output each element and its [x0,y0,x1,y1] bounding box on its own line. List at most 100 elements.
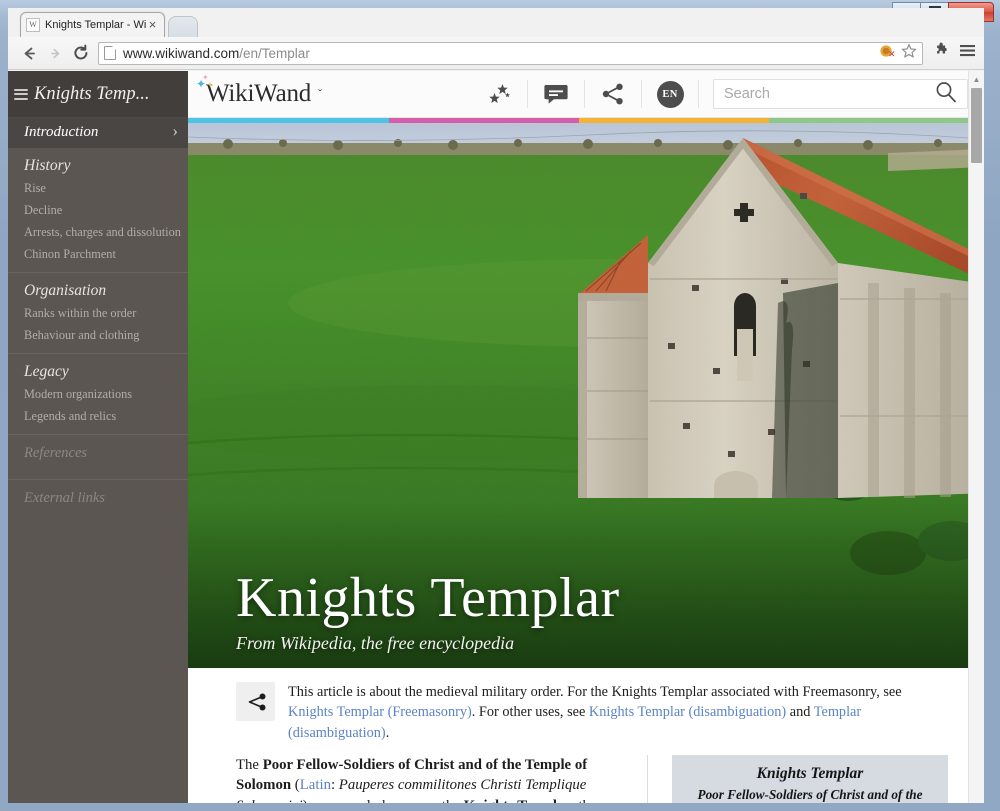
chrome-menu-icon[interactable] [959,43,976,63]
page-subtitle: From Wikipedia, the free encyclopedia [236,633,515,653]
address-bar-url: www.wikiwand.com/en/Templar [123,46,310,61]
progress-segment-4 [769,118,984,123]
sidebar-item-decline[interactable]: Decline [8,199,188,221]
hatnote: This article is about the medieval milit… [188,668,984,743]
sidebar-item-references[interactable]: References [8,435,188,472]
sidebar-item-label: Arrests, charges and dissolution [24,224,181,239]
sidebar-item-label: Rise [24,180,46,195]
sidebar-item-label: Introduction [24,124,99,140]
sidebar-item-label: Behaviour and clothing [24,327,140,342]
chevron-down-icon[interactable]: ˇ [318,87,322,101]
share-fork-icon[interactable] [236,682,275,721]
sidebar-item-label: External links [24,490,105,506]
progress-segment-3 [578,118,770,123]
comments-icon[interactable] [528,71,584,118]
url-path: /en/Templar [239,45,310,61]
wikiwand-topbar: ✦ ✦ ✦ WikiWand ˇ EN Search [188,71,984,118]
lead-t3: : [330,777,339,794]
share-icon[interactable] [585,71,641,118]
sidebar-item-label: Decline [24,202,63,217]
hero-title-block: Knights Templar From Wikipedia, the free… [236,569,620,654]
topbar-actions: EN [471,71,984,118]
hatnote-text-3: and [786,704,814,721]
sidebar-item-arrests[interactable]: Arrests, charges and dissolution [8,221,188,243]
infobox: Knights Templar Poor Fellow-Soldiers of … [672,754,948,803]
wikiwand-logo[interactable]: ✦ ✦ ✦ WikiWand ˇ [196,74,322,108]
page-document-icon [104,46,116,60]
tab-close-icon[interactable]: × [146,18,159,31]
lead-t2: ( [291,777,300,794]
favorites-stars-icon[interactable] [471,71,527,118]
lead-bold-knights-templar: Knights Templar [464,798,571,803]
hatnote-link-disambiguation[interactable]: Knights Templar (disambiguation) [589,704,786,720]
web-page-viewport: Knights Temp... Introduction History Ris… [8,71,984,803]
browser-tab-knights-templar[interactable]: W Knights Templar - WikiWa × [20,12,165,37]
bookmark-star-icon[interactable] [901,43,917,64]
browser-window: W Knights Templar - WikiWa × www.wikiwan… [8,8,984,803]
sidebar-item-history[interactable]: History [8,148,188,177]
language-selector[interactable]: EN [642,71,698,118]
sidebar-item-external-links[interactable]: External links [8,480,188,517]
url-host: www.wikiwand.com [123,45,240,61]
tab-strip: W Knights Templar - WikiWa × [8,8,984,37]
sidebar-item-chinon-parchment[interactable]: Chinon Parchment [8,243,188,265]
page-scrollbar[interactable]: ▲ [968,71,984,803]
article-columns: The Poor Fellow-Soldiers of Christ and o… [188,743,984,803]
hatnote-text-1: This article is about the medieval milit… [288,684,902,700]
lead-link-latin[interactable]: Latin [300,777,331,793]
lead-paragraph: The Poor Fellow-Soldiers of Christ and o… [236,754,648,803]
search-icon[interactable] [934,80,957,108]
os-window-frame: × W Knights Templar - WikiWa × [0,0,1000,811]
sidebar-item-behaviour[interactable]: Behaviour and clothing [8,324,188,346]
progress-segment-1 [188,118,389,123]
wikiwand-logo-text: WikiWand [206,80,312,107]
tab-title: Knights Templar - WikiWa [45,19,146,31]
sidebar-article-title: Knights Temp... [34,83,150,104]
scroll-up-arrow-icon[interactable]: ▲ [969,71,984,87]
svg-text:✕: ✕ [888,49,895,59]
lead-t1: The [236,756,263,773]
infobox-title: Knights Templar [756,764,864,782]
back-arrow-icon[interactable] [16,40,42,66]
hatnote-text: This article is about the medieval milit… [288,682,948,743]
search-input[interactable] [724,86,934,102]
sidebar-item-label: Organisation [24,282,107,299]
extensions-puzzle-icon[interactable] [933,42,950,64]
omnibox-right-icons: ✕ [879,43,917,64]
new-tab-button[interactable] [168,16,198,37]
article-body: This article is about the medieval milit… [188,668,984,803]
progress-segment-2 [388,118,579,123]
lead-t5: , the [571,798,596,803]
sidebar-header[interactable]: Knights Temp... [8,71,188,118]
forward-arrow-icon [42,40,68,66]
hatnote-text-2: . For other uses, see [471,704,589,721]
browser-toolbar: www.wikiwand.com/en/Templar ✕ [8,37,984,70]
page-title: Knights Templar [236,567,620,630]
sidebar-item-modern-organizations[interactable]: Modern organizations [8,383,188,405]
hatnote-text-4: . [385,724,390,741]
sidebar-item-label: History [24,157,71,174]
sidebar-item-organisation[interactable]: Organisation [8,273,188,302]
reload-icon[interactable] [68,40,94,66]
scrollbar-thumb[interactable] [971,88,982,163]
hatnote-link-freemasonry[interactable]: Knights Templar (Freemasonry) [288,704,472,720]
sidebar-item-introduction[interactable]: Introduction [8,118,188,148]
sidebar-item-label: Legacy [24,363,69,380]
sidebar-item-label: Legends and relics [24,408,117,423]
sidebar-item-label: Modern organizations [24,386,133,401]
sidebar-item-rise[interactable]: Rise [8,177,188,199]
hero-banner: Knights Templar From Wikipedia, the free… [188,123,984,668]
divider [698,80,699,108]
address-bar[interactable]: www.wikiwand.com/en/Templar ✕ [98,41,923,65]
infobox-column: Knights Templar Poor Fellow-Soldiers of … [648,754,948,803]
hamburger-menu-icon[interactable] [14,86,28,102]
search-box[interactable] [713,79,968,109]
sidebar-item-label: References [24,445,88,461]
adblock-icon[interactable]: ✕ [879,43,896,64]
sidebar-item-ranks[interactable]: Ranks within the order [8,302,188,324]
language-code-label: EN [656,80,684,108]
sidebar-item-label: Chinon Parchment [24,246,116,261]
sidebar-item-legacy[interactable]: Legacy [8,354,188,383]
sidebar-item-legends-and-relics[interactable]: Legends and relics [8,405,188,427]
lead-t4: ), commonly known as the [303,798,464,803]
